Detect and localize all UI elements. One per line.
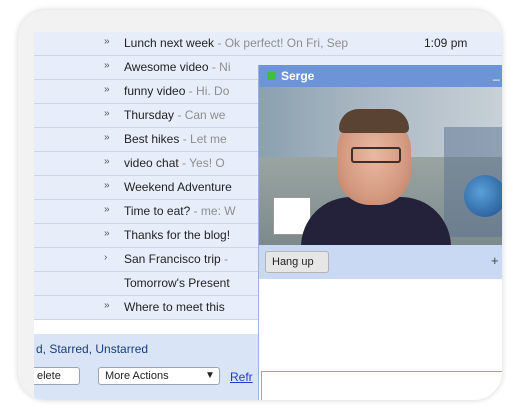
hang-up-button[interactable]: Hang up xyxy=(265,251,329,273)
chat-title-bar[interactable]: Serge _ xyxy=(259,65,502,87)
importance-marker: » xyxy=(104,84,110,95)
person-glasses xyxy=(351,147,401,163)
subject-text: funny video - Hi. Do xyxy=(124,84,230,98)
mail-screen: » Lunch next week - Ok perfect! On Fri, … xyxy=(34,32,502,400)
refresh-link[interactable]: Refr xyxy=(230,370,253,384)
importance-marker: › xyxy=(104,252,108,263)
more-actions-dropdown[interactable]: More Actions ▼ xyxy=(98,367,220,385)
subject-text: Tomorrow's Present xyxy=(124,276,230,290)
video-feed xyxy=(259,87,502,245)
person-hair xyxy=(339,109,409,133)
chat-controls-bar: Hang up + xyxy=(259,245,502,279)
importance-marker: » xyxy=(104,180,110,191)
subject-text: Where to meet this xyxy=(124,300,225,314)
importance-marker: » xyxy=(104,156,110,167)
status-indicator-icon xyxy=(267,72,276,80)
subject-text: Thanks for the blog! xyxy=(124,228,231,242)
importance-marker: » xyxy=(104,60,110,71)
subject-text: Time to eat? - me: W xyxy=(124,204,236,218)
importance-marker: » xyxy=(104,36,110,47)
select-filter-links[interactable]: d, Starred, Unstarred xyxy=(36,342,148,356)
globe-image xyxy=(464,175,502,217)
chat-contact-name: Serge xyxy=(281,69,315,83)
mail-row[interactable]: » Lunch next week - Ok perfect! On Fri, … xyxy=(34,32,502,56)
importance-marker: » xyxy=(104,228,110,239)
subject-text: video chat - Yes! O xyxy=(124,156,225,170)
minimize-icon[interactable]: _ xyxy=(493,67,500,81)
time-text: 1:09 pm xyxy=(424,36,468,50)
dropdown-arrow-icon: ▼ xyxy=(205,370,215,381)
importance-marker: » xyxy=(104,300,110,311)
more-actions-label: More Actions xyxy=(105,370,169,382)
chat-message-log xyxy=(259,279,502,369)
subject-text: Weekend Adventure xyxy=(124,180,232,194)
add-icon[interactable]: + xyxy=(491,253,499,268)
importance-marker: » xyxy=(104,108,110,119)
device-frame: » Lunch next week - Ok perfect! On Fri, … xyxy=(18,10,502,400)
video-chat-window: Serge _ Hang up + xyxy=(258,65,502,400)
subject-text: Awesome video - Ni xyxy=(124,60,231,74)
importance-marker: » xyxy=(104,132,110,143)
subject-text: Lunch next week - Ok perfect! On Fri, Se… xyxy=(124,36,349,50)
importance-marker: » xyxy=(104,204,110,215)
delete-button[interactable]: elete xyxy=(34,367,80,385)
subject-text: Thursday - Can we xyxy=(124,108,226,122)
subject-text: San Francisco trip - xyxy=(124,252,229,266)
chat-message-input[interactable] xyxy=(261,371,502,400)
subject-text: Best hikes - Let me xyxy=(124,132,227,146)
